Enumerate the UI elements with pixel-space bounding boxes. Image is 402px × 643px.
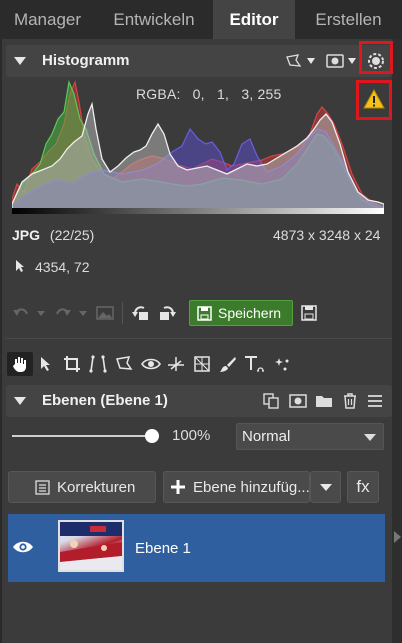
panel-collapse-strip[interactable] [392, 39, 402, 643]
layer-mask-icon[interactable] [288, 391, 308, 411]
save-as-disk-icon[interactable] [298, 302, 320, 324]
layer-thumbnail [58, 520, 124, 572]
tonal-gradient-bar [12, 208, 384, 214]
tab-entwickeln[interactable]: Entwickeln [95, 0, 213, 39]
layer-name: Ebene 1 [135, 540, 191, 557]
rotate-right-icon[interactable] [156, 303, 178, 323]
cursor-position: 4354, 72 [35, 259, 90, 275]
tab-editor[interactable]: Editor [213, 0, 295, 39]
opacity-value: 100% [172, 427, 211, 444]
crop-icon[interactable] [62, 354, 82, 374]
image-dimensions: 4873 x 3248 x 24 [273, 227, 381, 243]
perspective-icon[interactable] [88, 354, 108, 374]
effects-sparkle-icon[interactable] [272, 354, 292, 374]
eye-visibility-icon[interactable] [11, 538, 35, 556]
chevron-down-icon [364, 434, 376, 441]
blend-mode-value: Normal [242, 428, 291, 445]
opacity-slider-track[interactable] [12, 435, 152, 437]
chevron-down-icon [320, 484, 332, 491]
corrections-button[interactable]: Korrekturen [8, 471, 156, 503]
divider [6, 338, 392, 339]
collapse-triangle-icon[interactable] [14, 397, 26, 405]
chevron-down-icon[interactable] [307, 58, 315, 64]
file-format: JPG [12, 227, 41, 243]
toolbar-divider [122, 302, 123, 324]
layers-title: Ebenen (Ebene 1) [42, 392, 168, 409]
save-disk-icon [196, 305, 212, 321]
add-layer-button[interactable]: Ebene hinzufüg... [163, 471, 310, 503]
corrections-icon [34, 479, 50, 495]
module-tabs: Manager Entwickeln Editor Erstellen [0, 0, 402, 39]
tab-erstellen[interactable]: Erstellen [295, 0, 402, 39]
cursor-arrow-icon [13, 258, 27, 274]
histogram-title: Histogramm [42, 52, 130, 69]
redo-icon[interactable] [52, 304, 74, 322]
histogram-header[interactable]: Histogramm [6, 45, 392, 77]
layers-header[interactable]: Ebenen (Ebene 1) [6, 385, 392, 417]
clip-warning-toggle-icon[interactable] [285, 51, 303, 71]
layer-row-selected[interactable]: Ebene 1 [8, 514, 385, 582]
channel-mode-icon[interactable] [325, 52, 345, 70]
gear-highlight-box [359, 41, 393, 74]
save-label: Speichern [218, 305, 282, 321]
hand-icon[interactable] [10, 354, 30, 374]
chevron-down-icon[interactable] [348, 58, 356, 64]
select-arrow-icon[interactable] [38, 355, 54, 373]
straighten-icon[interactable] [166, 354, 186, 374]
image-preview-icon[interactable] [94, 304, 116, 322]
add-layer-dropdown[interactable] [310, 471, 341, 503]
expand-arrow-icon[interactable] [394, 531, 401, 543]
eye-redeye-icon[interactable] [140, 354, 162, 374]
undo-icon[interactable] [10, 304, 32, 322]
opacity-slider-knob[interactable] [145, 429, 159, 443]
grid-transform-icon[interactable] [192, 354, 212, 374]
chevron-down-icon[interactable] [37, 311, 45, 316]
text-tool-icon[interactable] [244, 354, 266, 374]
duplicate-layer-icon[interactable] [261, 391, 281, 411]
rotate-left-icon[interactable] [130, 303, 152, 323]
lasso-icon[interactable] [114, 354, 134, 374]
fx-button[interactable]: fx [347, 471, 379, 503]
brush-icon[interactable] [218, 354, 238, 374]
blend-mode-select[interactable]: Normal [236, 423, 384, 450]
menu-hamburger-icon[interactable] [365, 391, 385, 411]
panel-border [0, 39, 2, 643]
corrections-label: Korrekturen [57, 479, 136, 496]
file-format-info: JPG (22/25) [12, 227, 94, 243]
collapse-triangle-icon[interactable] [14, 57, 26, 65]
save-button[interactable]: Speichern [189, 300, 293, 326]
trash-icon[interactable] [340, 391, 360, 411]
histogram-graph [12, 79, 384, 214]
plus-icon [170, 479, 186, 495]
folder-icon[interactable] [314, 391, 334, 411]
chevron-down-icon[interactable] [79, 311, 87, 316]
file-counter: (22/25) [49, 227, 95, 243]
tab-manager[interactable]: Manager [0, 0, 95, 39]
add-layer-label: Ebene hinzufüg... [193, 479, 310, 496]
